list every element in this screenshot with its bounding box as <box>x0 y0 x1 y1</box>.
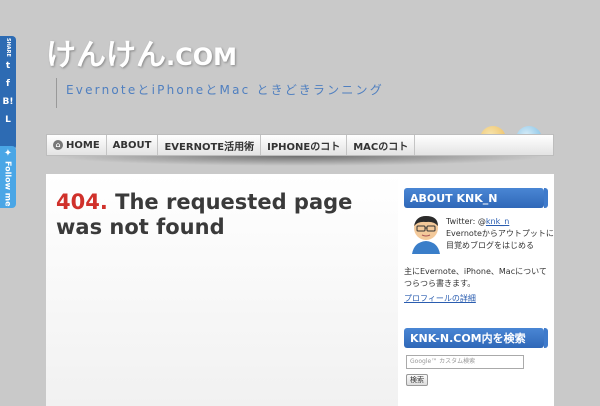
search-input[interactable]: Google™ カスタム検索 <box>406 355 524 369</box>
nav-shadow <box>52 156 548 166</box>
home-icon: ⌂ <box>53 140 63 150</box>
main-navigation: ⌂ HOME ABOUT EVERNOTE活用術 IPHONEのコト MACのコ… <box>46 134 554 156</box>
nav-item-about[interactable]: ABOUT <box>107 135 159 155</box>
nav-item-home[interactable]: ⌂ HOME <box>47 135 107 155</box>
nav-item-label: MACのコト <box>353 141 409 153</box>
about-widget-title: ABOUT KNK_N <box>404 188 548 208</box>
avatar <box>412 216 440 254</box>
bio-long: 主にEvernote、iPhone、Macについてつらつら書きます。 <box>404 267 547 288</box>
bio-short: Evernoteからアウトプットに目覚めブログをはじめる <box>446 229 554 250</box>
nav-item-label: EVERNOTE活用術 <box>164 141 255 153</box>
nav-item-evernote[interactable]: EVERNOTE活用術 <box>158 135 262 155</box>
share-sidebar: SHARE t f B! L <box>0 36 16 150</box>
livedoor-clip-icon[interactable]: L <box>1 112 15 128</box>
site-title-main: けんけん <box>46 38 166 73</box>
nav-item-iphone[interactable]: IPHONEのコト <box>261 135 348 155</box>
follow-me-tab[interactable]: ✦ Follow me <box>0 146 16 208</box>
site-tagline: EvernoteとiPhoneとMac ときどきランニング <box>66 83 384 97</box>
twitter-prefix: Twitter: @ <box>446 217 486 226</box>
follow-me-label: Follow me <box>3 161 13 207</box>
hatena-bookmark-icon[interactable]: B! <box>1 94 15 110</box>
facebook-share-icon[interactable]: f <box>1 76 15 92</box>
tagline-divider <box>56 78 57 108</box>
nav-item-label: HOME <box>66 139 100 151</box>
search-widget-title: KNK-N.COM内を検索 <box>404 328 548 348</box>
profile-summary: Twitter: @knk_n Evernoteからアウトプットに目覚めブログを… <box>446 216 554 252</box>
profile-detail-link[interactable]: プロフィールの詳細 <box>404 293 476 304</box>
twitter-share-icon[interactable]: t <box>1 58 15 74</box>
site-title-domain: .COM <box>166 43 238 71</box>
nav-item-label: ABOUT <box>112 139 152 151</box>
site-title[interactable]: けんけん.COM <box>46 30 237 74</box>
nav-item-label: IPHONEのコト <box>267 141 341 153</box>
sidebar-widgets: ABOUT KNK_N Twitter: @knk_n Evernoteからアウ… <box>46 174 554 406</box>
nav-item-mac[interactable]: MACのコト <box>347 135 416 155</box>
search-button[interactable]: 検索 <box>406 374 428 386</box>
share-button[interactable]: SHARE <box>1 38 15 57</box>
twitter-handle-link[interactable]: knk_n <box>486 217 509 226</box>
twitter-bird-icon: ✦ <box>3 148 13 159</box>
